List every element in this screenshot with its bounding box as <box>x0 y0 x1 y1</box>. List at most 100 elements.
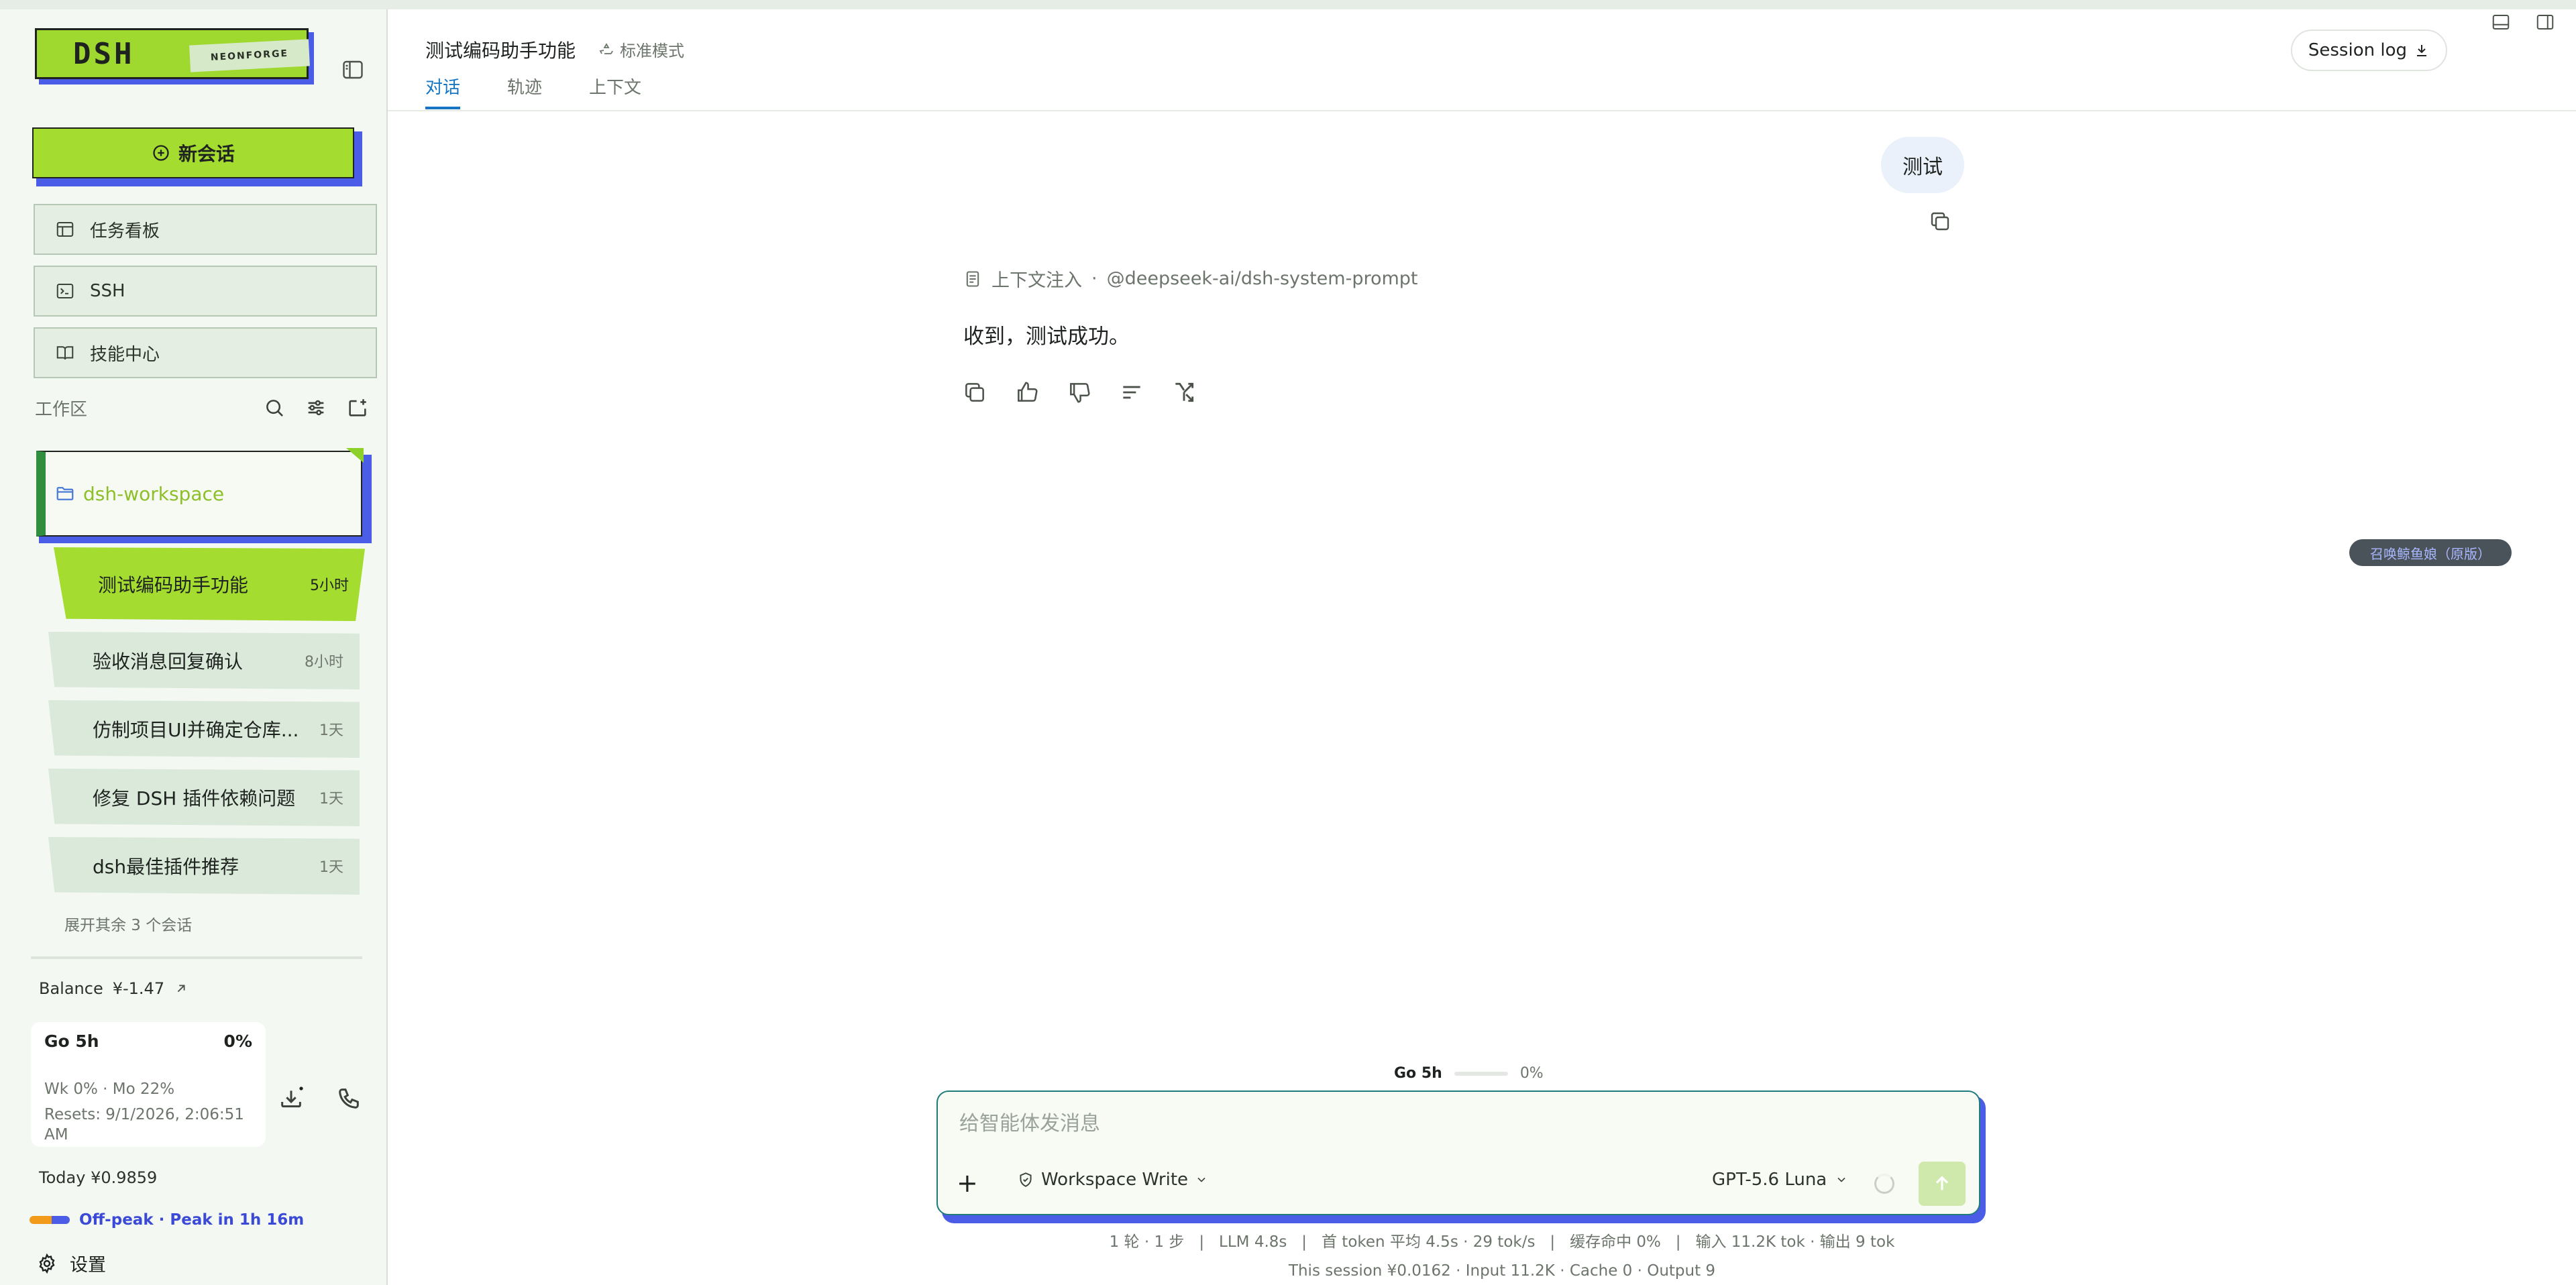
chat-title: 仿制项目UI并确定仓库... <box>93 719 299 741</box>
mode-badge[interactable]: 标准模式 <box>598 38 684 61</box>
chat-title: dsh最佳插件推荐 <box>93 856 239 878</box>
search-icon[interactable] <box>263 396 287 421</box>
session-log-label: Session log <box>2308 40 2407 60</box>
nav-label: SSH <box>90 281 125 301</box>
context-separator: · <box>1091 268 1097 289</box>
chat-item-active[interactable]: 测试编码助手功能 5小时 <box>54 547 365 621</box>
tab-context[interactable]: 上下文 <box>589 74 641 109</box>
chat-time: 1天 <box>319 791 343 807</box>
mode-label: 标准模式 <box>620 42 684 60</box>
thumbs-up-icon[interactable] <box>1014 380 1041 406</box>
model-select[interactable]: GPT-5.6 Luna <box>1712 1170 1848 1190</box>
thumbs-down-icon[interactable] <box>1067 380 1093 406</box>
logo[interactable]: DSH NEONFORGE <box>35 28 314 85</box>
new-chat-label: 新会话 <box>178 143 235 165</box>
copy-icon[interactable] <box>962 380 989 406</box>
folder-corner <box>346 448 364 463</box>
permission-select[interactable]: Workspace Write <box>1017 1170 1208 1190</box>
offpeak-label: Off-peak · Peak in 1h 16m <box>79 1211 305 1229</box>
chat-time: 5小时 <box>310 577 349 594</box>
composer-box: + Workspace Write GPT-5.6 Luna <box>936 1091 1980 1215</box>
workspace-header: 工作区 <box>35 396 370 421</box>
nav-ssh[interactable]: SSH <box>34 266 377 317</box>
chat-title: 修复 DSH 插件依赖问题 <box>93 787 296 809</box>
settings-label: 设置 <box>70 1255 106 1276</box>
message-input[interactable] <box>959 1112 1898 1135</box>
chat-time: 1天 <box>319 722 343 739</box>
board-icon <box>55 219 75 239</box>
terminal-icon <box>55 281 75 301</box>
summon-mascot-button[interactable]: 召唤鲸鱼娘（原版） <box>2349 539 2512 566</box>
nav-task-board[interactable]: 任务看板 <box>34 204 377 255</box>
logo-plate: DSH NEONFORGE <box>35 28 310 79</box>
gear-icon <box>36 1253 58 1274</box>
settings-button[interactable]: 设置 <box>36 1250 106 1276</box>
expand-chats-link[interactable]: 展开其余 3 个会话 <box>64 912 192 935</box>
permission-label: Workspace Write <box>1041 1170 1189 1190</box>
today-cost: Today ¥0.9859 <box>39 1168 157 1187</box>
offpeak-bar <box>30 1216 70 1224</box>
context-injection[interactable]: 上下文注入 · @deepseek-ai/dsh-system-prompt <box>963 266 1418 292</box>
composer: + Workspace Write GPT-5.6 Luna <box>936 1091 1986 1223</box>
chevron-down-icon <box>1835 1173 1848 1186</box>
sidebar: DSH NEONFORGE 新会话 任务看板 SSH 技能中心 工作区 dsh-… <box>0 9 388 1285</box>
reply-actions <box>962 380 1198 406</box>
run-stats: 1 轮 · 1 步 | LLM 4.8s | 首 token 平均 4.5s ·… <box>1109 1233 1895 1251</box>
sidebar-divider <box>31 956 362 959</box>
chat-title: 验收消息回复确认 <box>93 651 244 673</box>
arrow-up-icon <box>1931 1173 1953 1194</box>
attach-plus-icon[interactable]: + <box>957 1170 978 1196</box>
session-log-button[interactable]: Session log <box>2290 30 2447 71</box>
user-message-text: 测试 <box>1902 156 1943 179</box>
chat-item[interactable]: 修复 DSH 插件依赖问题 1天 <box>48 769 360 826</box>
tab-chat[interactable]: 对话 <box>425 74 461 109</box>
nav-label: 任务看板 <box>90 221 160 241</box>
context-source: @deepseek-ai/dsh-system-prompt <box>1106 268 1418 289</box>
header: 测试编码助手功能 标准模式 对话 轨迹 上下文 Session log <box>388 9 2576 111</box>
chevron-down-icon <box>1195 1173 1208 1186</box>
quota-pct: 0% <box>1519 1065 1544 1082</box>
panel-right-icon[interactable] <box>2534 12 2556 32</box>
filter-icon[interactable] <box>305 396 329 421</box>
app-window: DSH NEONFORGE 新会话 任务看板 SSH 技能中心 工作区 dsh-… <box>0 9 2576 1285</box>
sidebar-toggle-icon[interactable] <box>341 58 365 82</box>
usage-pct: 0% <box>223 1031 252 1051</box>
chat-title: 测试编码助手功能 <box>98 574 249 596</box>
tab-trace[interactable]: 轨迹 <box>507 74 542 109</box>
copy-icon[interactable] <box>1928 209 1955 236</box>
chat-item[interactable]: 验收消息回复确认 8小时 <box>48 632 360 689</box>
balance[interactable]: Balance ¥-1.47 <box>39 979 189 998</box>
text-lines-icon[interactable] <box>1119 380 1146 406</box>
branch-icon[interactable] <box>1171 380 1198 406</box>
chat-time: 1天 <box>319 859 343 876</box>
context-label: 上下文注入 <box>991 270 1082 291</box>
nav-label: 技能中心 <box>90 344 160 365</box>
logo-text: DSH <box>73 36 135 71</box>
balance-value: ¥-1.47 <box>112 979 165 998</box>
plus-circle-icon <box>152 144 170 162</box>
chat-time: 8小时 <box>305 654 343 671</box>
new-chat-button[interactable]: 新会话 <box>32 127 362 186</box>
usage-period: Wk 0% · Mo 22% <box>44 1080 175 1098</box>
panel-bottom-icon[interactable] <box>2490 12 2512 32</box>
send-button[interactable] <box>1919 1162 1966 1206</box>
offpeak-status: Off-peak · Peak in 1h 16m <box>30 1211 304 1229</box>
new-folder-icon[interactable] <box>346 396 370 421</box>
new-chat-face: 新会话 <box>32 127 354 178</box>
recycle-icon <box>598 42 614 58</box>
session-cost: This session ¥0.0162 · Input 11.2K · Cac… <box>1288 1262 1716 1280</box>
today-value: ¥0.9859 <box>91 1168 158 1187</box>
page-title: 测试编码助手功能 <box>425 40 576 62</box>
shield-icon <box>1017 1171 1034 1188</box>
folder-icon <box>55 484 75 504</box>
folder-label: dsh-workspace <box>83 482 225 505</box>
chat-item[interactable]: dsh最佳插件推荐 1天 <box>48 837 360 895</box>
download-icon[interactable] <box>278 1085 305 1112</box>
workspace-folder-face: dsh-workspace <box>36 448 364 537</box>
phone-icon[interactable] <box>335 1085 362 1112</box>
logo-tag: NEONFORGE <box>189 39 310 72</box>
chat-item[interactable]: 仿制项目UI并确定仓库... 1天 <box>48 700 360 758</box>
nav-skills[interactable]: 技能中心 <box>34 327 377 378</box>
workspace-title: 工作区 <box>35 400 88 420</box>
workspace-folder[interactable]: dsh-workspace <box>36 448 372 543</box>
